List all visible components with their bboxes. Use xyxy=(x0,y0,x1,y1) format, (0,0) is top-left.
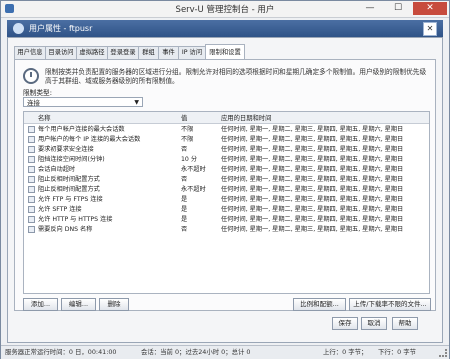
tab-events[interactable]: 事件 xyxy=(158,46,179,59)
title-bar: Serv-U 管理控制台 - 用户 — ☐ ✕ xyxy=(1,1,449,18)
transfer-limit-files-button[interactable]: 上传/下载率不限的文件... xyxy=(349,298,431,311)
status-download: 下行：0 字节 xyxy=(378,348,417,356)
limit-applied-time-cell: 任何时间, 星期一, 星期二, 星期三, 星期四, 星期五, 星期六, 星期日 xyxy=(221,156,404,163)
add-button[interactable]: 添加... xyxy=(23,298,58,311)
limit-applied-time-cell: 任何时间, 星期一, 星期二, 星期三, 星期四, 星期五, 星期六, 星期日 xyxy=(221,176,404,183)
limits-description: 限制按类并负责配置的服务器的区域进行分组。限制允许对相同的选项根据时间和星期几确… xyxy=(45,68,427,85)
status-bar: 服务器正常运行时间：0 日，00:41:00 会话：当前 0；过去24小时 0；… xyxy=(1,345,449,359)
cancel-button[interactable]: 取消 xyxy=(361,317,387,330)
limit-value-cell: 10 分 xyxy=(181,156,198,163)
limit-row-icon xyxy=(28,136,35,143)
table-row[interactable]: 需要反向 DNS 名称 否 任何时间, 星期一, 星期二, 星期三, 星期四, 星期… xyxy=(24,225,429,234)
table-row[interactable]: 阻挡连接空闲时间(分钟) 10 分 任何时间, 星期一, 星期二, 星期三, 星期四… xyxy=(24,155,429,164)
ratio-quota-button[interactable]: 比例和配额... xyxy=(293,298,346,311)
limit-value-cell: 否 xyxy=(181,176,188,183)
tab-user-info[interactable]: 用户信息 xyxy=(14,46,46,59)
column-value[interactable]: 值 xyxy=(181,113,187,122)
limit-applied-time-cell: 任何时间, 星期一, 星期二, 星期三, 星期四, 星期五, 星期六, 星期日 xyxy=(221,206,404,213)
table-row[interactable]: 允许 FTP 与 FTPS 连接 是 任何时间, 星期一, 星期二, 星期三, 星期… xyxy=(24,195,429,204)
limit-row-icon xyxy=(28,146,35,153)
app-window: Serv-U 管理控制台 - 用户 — ☐ ✕ 用户属性 - ftpusr ✕ … xyxy=(0,0,450,359)
limit-name-cell: 会话自动超时 xyxy=(38,166,76,173)
column-name[interactable]: 名称 xyxy=(38,113,51,122)
limit-applied-time-cell: 任何时间, 星期一, 星期二, 星期三, 星期四, 星期五, 星期六, 星期日 xyxy=(221,196,404,203)
limit-value-cell: 不限 xyxy=(181,126,194,133)
limit-type-select[interactable]: 连接 ▼ xyxy=(23,97,143,107)
tab-directory-access[interactable]: 目录访问 xyxy=(45,46,77,59)
limit-name-cell: 允许 FTP 与 FTPS 连接 xyxy=(38,196,103,203)
maximize-button[interactable]: ☐ xyxy=(385,2,411,15)
table-row[interactable]: 会话自动超时 永不超时 任何时间, 星期一, 星期二, 星期三, 星期四, 星期五,… xyxy=(24,165,429,174)
limit-name-cell: 需要反向 DNS 名称 xyxy=(38,226,93,233)
delete-button[interactable]: 删除 xyxy=(99,298,129,311)
status-uptime: 服务器正常运行时间：0 日，00:41:00 xyxy=(5,348,117,356)
table-row[interactable]: 允许 HTTP 与 HTTPS 连接 是 任何时间, 星期一, 星期二, 星期三, … xyxy=(24,215,429,224)
save-button[interactable]: 保存 xyxy=(332,317,358,330)
limit-row-icon xyxy=(28,126,35,133)
limit-applied-time-cell: 任何时间, 星期一, 星期二, 星期三, 星期四, 星期五, 星期六, 星期日 xyxy=(221,226,404,233)
limits-panel: 限制按类并负责配置的服务器的区域进行分组。限制允许对相同的选项根据时间和星期几确… xyxy=(14,59,436,311)
limit-row-icon xyxy=(28,196,35,203)
tab-limits-settings[interactable]: 限制和设置 xyxy=(205,44,245,60)
table-header: 名称 值 应用的日期和时间 xyxy=(24,112,429,124)
limit-type-value: 连接 xyxy=(27,99,40,107)
limit-value-cell: 永不超时 xyxy=(181,166,206,173)
limit-applied-time-cell: 任何时间, 星期一, 星期二, 星期三, 星期四, 星期五, 星期六, 星期日 xyxy=(221,216,404,223)
user-icon xyxy=(13,23,24,34)
limit-value-cell: 是 xyxy=(181,216,188,223)
limit-applied-time-cell: 任何时间, 星期一, 星期二, 星期三, 星期四, 星期五, 星期六, 星期日 xyxy=(221,136,404,143)
table-row[interactable]: 要求初要求安全连接 否 任何时间, 星期一, 星期二, 星期三, 星期四, 星期五,… xyxy=(24,145,429,154)
close-button[interactable]: ✕ xyxy=(413,2,447,15)
limit-name-cell: 允许 SFTP 连接 xyxy=(38,206,82,213)
help-button[interactable]: 帮助 xyxy=(392,317,418,330)
edit-button[interactable]: 编辑... xyxy=(61,298,96,311)
column-applied-time[interactable]: 应用的日期和时间 xyxy=(221,113,271,122)
limit-row-icon xyxy=(28,216,35,223)
tab-ip-access[interactable]: IP 访问 xyxy=(178,46,206,59)
limits-table: 名称 值 应用的日期和时间 每个用户帐户连接的最大会话数 不限 任何时间, 星期一,… xyxy=(23,111,430,294)
user-properties-dialog: 用户信息 目录访问 虚拟路径 登录登录 群组 事件 IP 访问 限制和设置 限制… xyxy=(7,37,443,343)
limit-row-icon xyxy=(28,156,35,163)
status-upload: 上行：0 字节； xyxy=(323,348,368,356)
tab-login[interactable]: 登录登录 xyxy=(107,46,139,59)
limit-value-cell: 永不超时 xyxy=(181,186,206,193)
limit-row-icon xyxy=(28,186,35,193)
limit-applied-time-cell: 任何时间, 星期一, 星期二, 星期三, 星期四, 星期五, 星期六, 星期日 xyxy=(221,126,404,133)
limit-value-cell: 是 xyxy=(181,206,188,213)
limit-applied-time-cell: 任何时间, 星期一, 星期二, 星期三, 星期四, 星期五, 星期六, 星期日 xyxy=(221,166,404,173)
limit-type-label: 限制类型: xyxy=(23,89,53,97)
status-sessions: 会话：当前 0；过去24小时 0；总计 0 xyxy=(141,348,251,356)
dialog-header: 用户属性 - ftpusr ✕ xyxy=(7,20,443,37)
tab-groups[interactable]: 群组 xyxy=(138,46,159,59)
limit-name-cell: 用户帐户的每个 IP 连接的最大会话数 xyxy=(38,136,141,143)
limit-name-cell: 要求初要求安全连接 xyxy=(38,146,94,153)
resize-grip[interactable] xyxy=(439,349,447,357)
table-row[interactable]: 阻止反相时间配置方式 否 任何时间, 星期一, 星期二, 星期三, 星期四, 星期五… xyxy=(24,175,429,184)
limit-applied-time-cell: 任何时间, 星期一, 星期二, 星期三, 星期四, 星期五, 星期六, 星期日 xyxy=(221,186,404,193)
limit-name-cell: 允许 HTTP 与 HTTPS 连接 xyxy=(38,216,113,223)
limit-value-cell: 否 xyxy=(181,226,188,233)
limit-row-icon xyxy=(28,166,35,173)
limit-value-cell: 不限 xyxy=(181,136,194,143)
limit-row-icon xyxy=(28,226,35,233)
clock-icon xyxy=(23,68,39,84)
dialog-close-button[interactable]: ✕ xyxy=(423,22,437,36)
limit-row-icon xyxy=(28,176,35,183)
minimize-button[interactable]: — xyxy=(357,2,383,15)
limit-name-cell: 阻止反相时间配置方式 xyxy=(38,176,100,183)
dialog-title: 用户属性 - ftpusr xyxy=(29,24,93,33)
limit-row-icon xyxy=(28,206,35,213)
table-row[interactable]: 用户帐户的每个 IP 连接的最大会话数 不限 任何时间, 星期一, 星期二, 星期三… xyxy=(24,135,429,144)
limit-applied-time-cell: 任何时间, 星期一, 星期二, 星期三, 星期四, 星期五, 星期六, 星期日 xyxy=(221,146,404,153)
limit-value-cell: 是 xyxy=(181,196,188,203)
limit-name-cell: 阻止反相时间配置方式 xyxy=(38,186,100,193)
table-row[interactable]: 每个用户帐户连接的最大会话数 不限 任何时间, 星期一, 星期二, 星期三, 星期四… xyxy=(24,125,429,134)
table-row[interactable]: 允许 SFTP 连接 是 任何时间, 星期一, 星期二, 星期三, 星期四, 星期五… xyxy=(24,205,429,214)
chevron-down-icon: ▼ xyxy=(134,99,139,106)
tab-virtual-path[interactable]: 虚拟路径 xyxy=(76,46,108,59)
table-row[interactable]: 阻止反相时间配置方式 永不超时 任何时间, 星期一, 星期二, 星期三, 星期四, … xyxy=(24,185,429,194)
limit-value-cell: 否 xyxy=(181,146,188,153)
limit-name-cell: 阻挡连接空闲时间(分钟) xyxy=(38,156,105,163)
limit-name-cell: 每个用户帐户连接的最大会话数 xyxy=(38,126,125,133)
